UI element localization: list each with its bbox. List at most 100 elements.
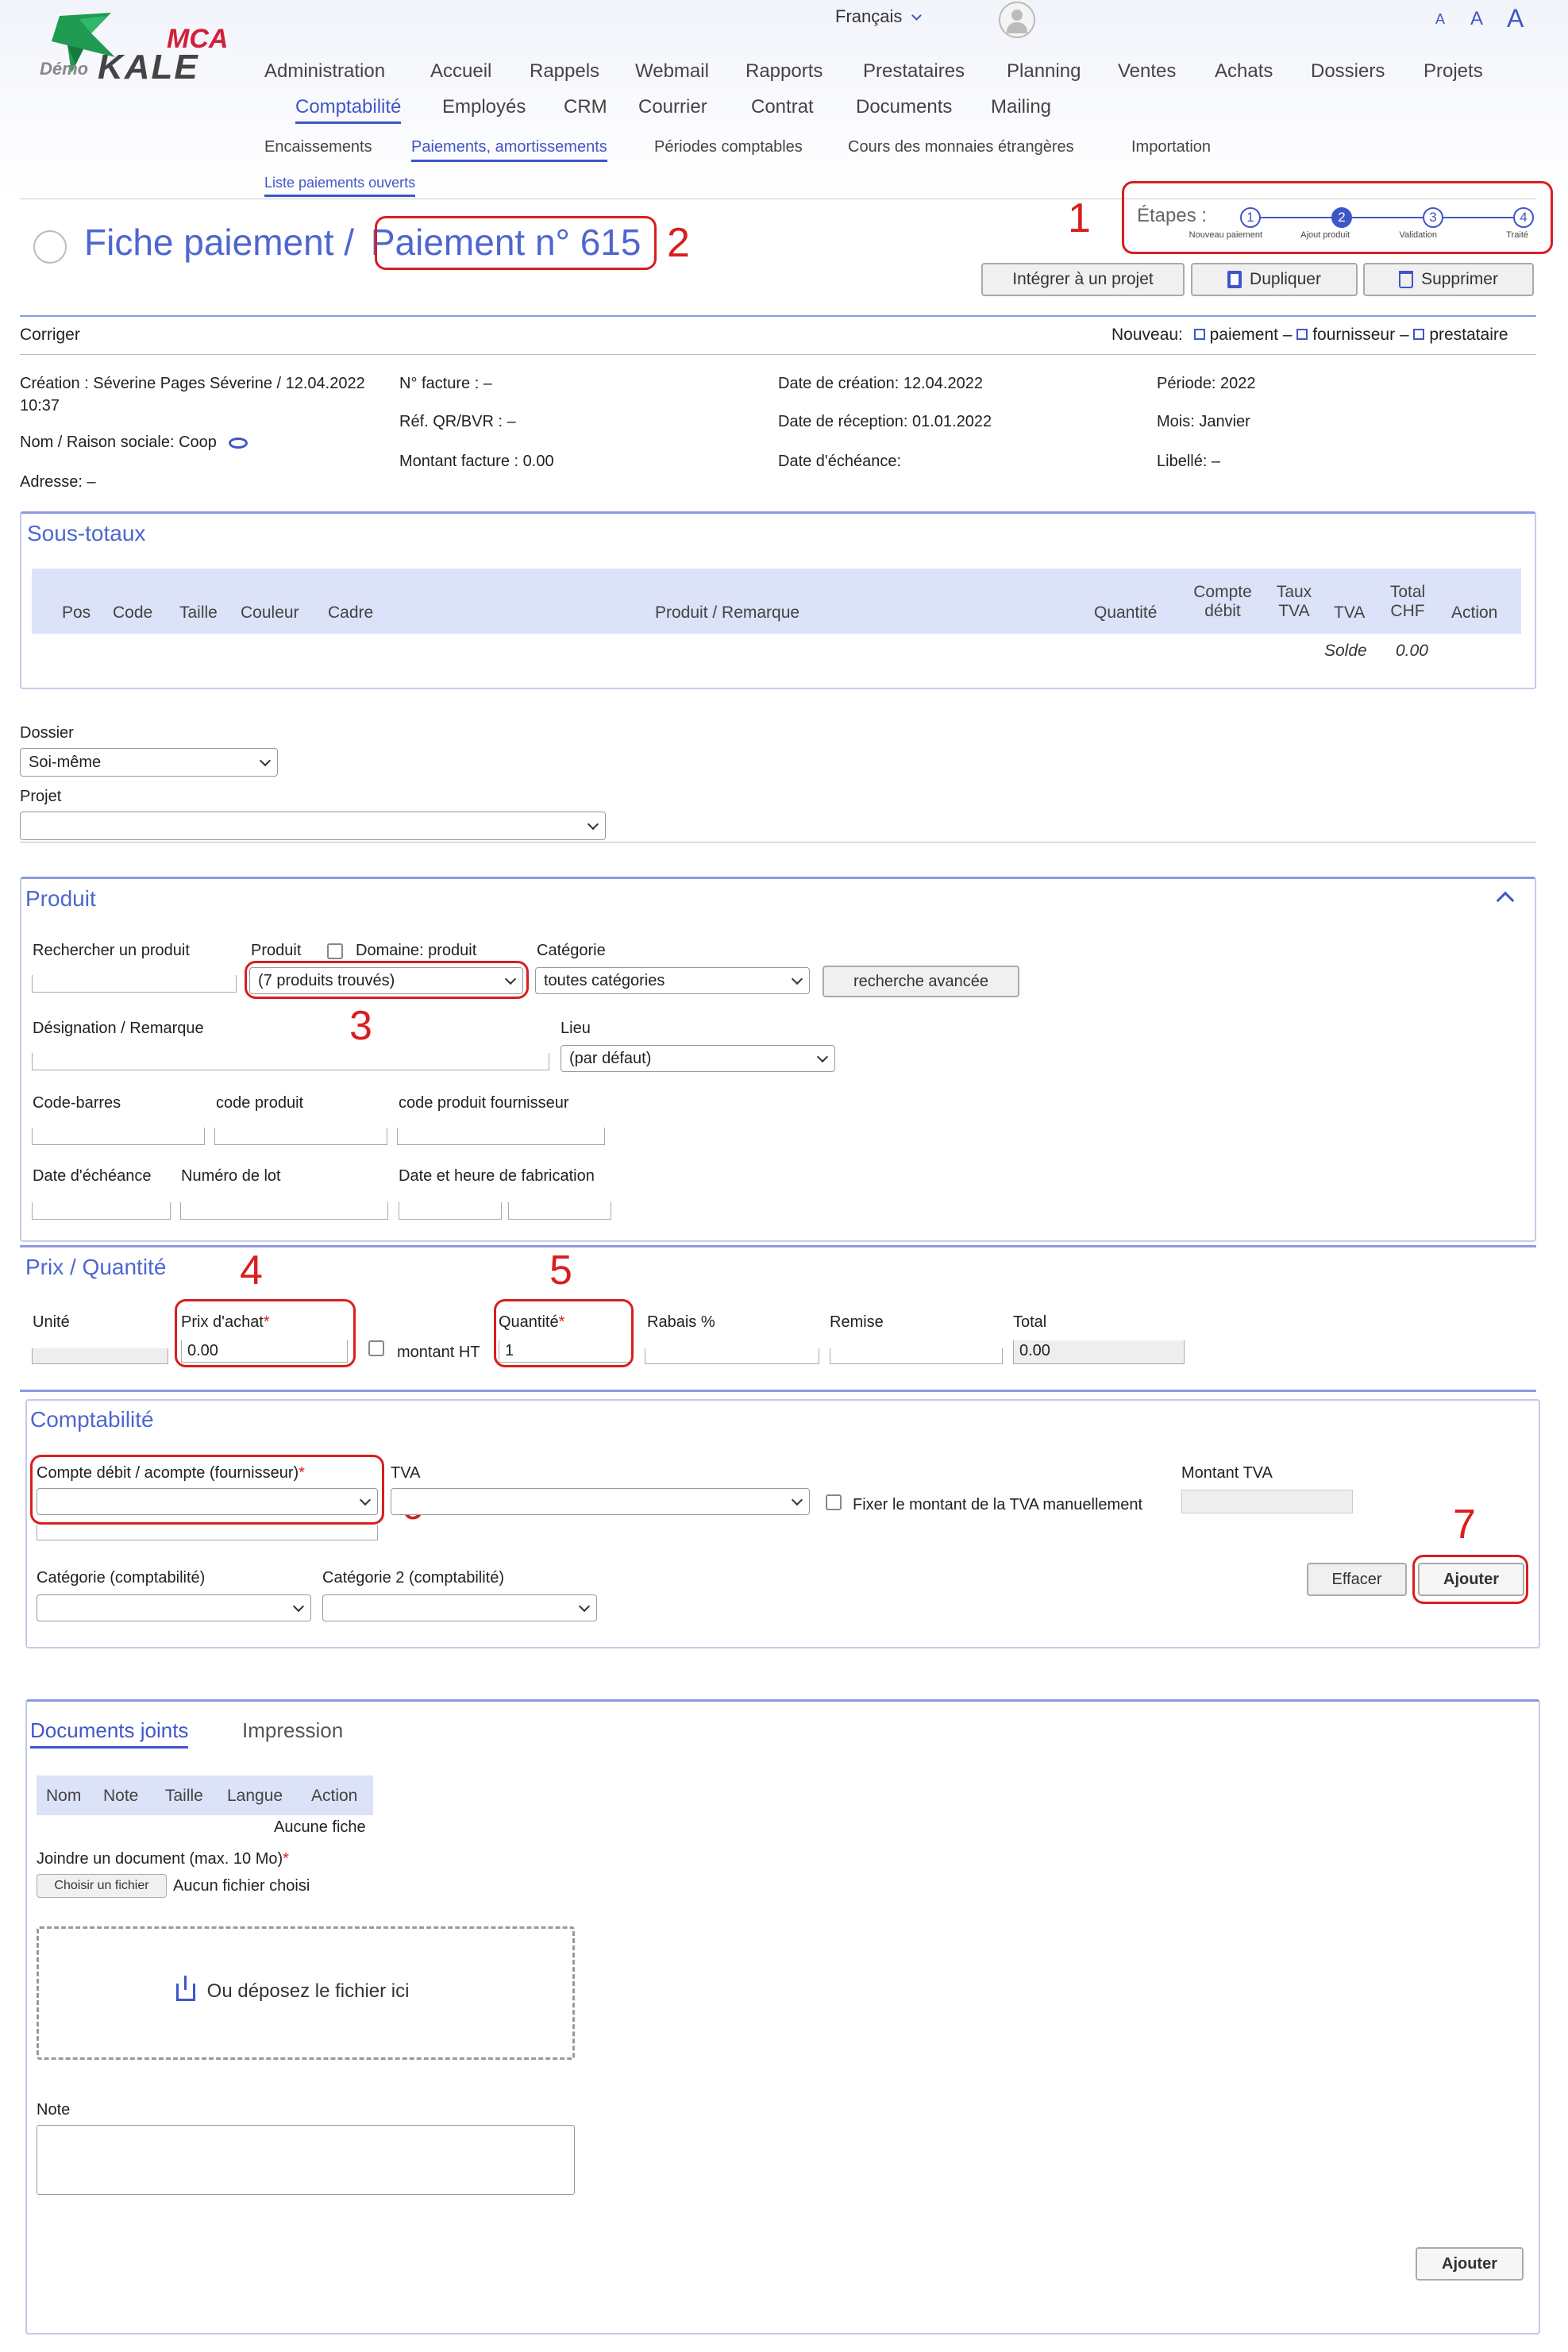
clear-button[interactable]: Effacer: [1307, 1563, 1407, 1596]
new-provider-link[interactable]: prestataire: [1429, 326, 1508, 344]
note-textarea[interactable]: [37, 2125, 575, 2195]
user-avatar-icon[interactable]: [999, 2, 1035, 38]
accounting-category-label: Catégorie (comptabilité): [37, 1569, 206, 1587]
tab-documents[interactable]: Documents joints: [30, 1718, 189, 1749]
discount-input[interactable]: [830, 1348, 1003, 1364]
supplier-code-input[interactable]: [397, 1128, 605, 1145]
nav-courrier[interactable]: Courrier: [638, 96, 707, 118]
chevron-down-icon: [816, 1051, 829, 1063]
ht-amount-checkbox[interactable]: [368, 1340, 384, 1356]
step-4[interactable]: 4: [1513, 207, 1534, 228]
dossier-select[interactable]: Soi-même: [20, 748, 278, 777]
chevron-down-icon: [292, 1600, 305, 1613]
product-code-input[interactable]: [214, 1128, 387, 1145]
nav-employes[interactable]: Employés: [442, 96, 526, 118]
font-size-large[interactable]: A: [1507, 4, 1524, 33]
integrate-project-button[interactable]: Intégrer à un projet: [981, 263, 1185, 296]
doc-col-action: Action: [311, 1787, 358, 1805]
subnav-cours[interactable]: Cours des monnaies étrangères: [848, 138, 1074, 156]
step-1-label: Nouveau paiement: [1189, 230, 1262, 240]
info-creation-time: 10:37: [20, 397, 60, 414]
font-size-medium[interactable]: A: [1470, 8, 1483, 30]
eye-icon[interactable]: [229, 438, 248, 449]
projet-select[interactable]: [20, 812, 606, 840]
nav-prestataires[interactable]: Prestataires: [863, 60, 965, 83]
app-logo[interactable]: MCA Démo KALE: [36, 10, 242, 89]
font-size-small[interactable]: A: [1435, 11, 1445, 28]
annotation-number-2: 2: [667, 220, 690, 266]
subnav-encaissements[interactable]: Encaissements: [264, 138, 372, 156]
product-code-label: code produit: [216, 1094, 304, 1112]
new-payment-link[interactable]: paiement: [1210, 326, 1278, 344]
step-1[interactable]: 1: [1240, 207, 1261, 228]
nav-administration[interactable]: Administration: [264, 60, 385, 83]
balance-value: 0.00: [1396, 642, 1428, 660]
nav-webmail[interactable]: Webmail: [635, 60, 709, 83]
info-date-due: Date d'échéance:: [778, 453, 902, 470]
tab-print[interactable]: Impression: [242, 1718, 343, 1743]
accounting-category2-select[interactable]: [322, 1594, 597, 1621]
manufacture-date-input[interactable]: [399, 1202, 502, 1220]
lot-number-input[interactable]: [180, 1202, 388, 1220]
discount-pct-input[interactable]: [645, 1348, 819, 1364]
step-4-label: Traité: [1506, 230, 1528, 240]
step-3[interactable]: 3: [1423, 207, 1443, 228]
duplicate-button[interactable]: Dupliquer: [1191, 263, 1358, 296]
annotation-number-1: 1: [1068, 195, 1091, 241]
nav-projets[interactable]: Projets: [1424, 60, 1483, 83]
nav-planning[interactable]: Planning: [1007, 60, 1081, 83]
subnav-importation[interactable]: Importation: [1131, 138, 1211, 156]
nav-contrat[interactable]: Contrat: [751, 96, 814, 118]
barcode-label: Code-barres: [33, 1094, 121, 1112]
nav-accueil[interactable]: Accueil: [430, 60, 491, 83]
nav-crm[interactable]: CRM: [564, 96, 607, 118]
location-select[interactable]: (par défaut): [561, 1045, 835, 1072]
debit-account-input[interactable]: [37, 1525, 378, 1540]
domain-checkbox[interactable]: [327, 943, 343, 959]
nav-documents[interactable]: Documents: [856, 96, 952, 118]
nav-comptabilite[interactable]: Comptabilité: [295, 96, 402, 124]
language-select[interactable]: Français: [835, 6, 923, 27]
nav-rapports[interactable]: Rapports: [745, 60, 823, 83]
annotation-box-4: [175, 1299, 356, 1367]
vat-manual-checkbox[interactable]: [826, 1494, 842, 1510]
upload-icon: [176, 1975, 195, 2001]
annotation-box-2: [375, 216, 657, 270]
search-product-input[interactable]: [32, 975, 237, 993]
nav-dossiers[interactable]: Dossiers: [1311, 60, 1385, 83]
annotation-box-7: [1412, 1555, 1528, 1604]
manufacture-time-input[interactable]: [508, 1202, 611, 1220]
discount-pct-label: Rabais %: [647, 1313, 715, 1331]
unit-input[interactable]: [32, 1348, 168, 1364]
lot-number-label: Numéro de lot: [181, 1167, 281, 1185]
info-date-created: Date de création: 12.04.2022: [778, 375, 983, 392]
subnav-paiements[interactable]: Paiements, amortissements: [411, 138, 607, 162]
delete-button[interactable]: Supprimer: [1363, 263, 1534, 296]
nav-rappels[interactable]: Rappels: [530, 60, 599, 83]
vat-label: TVA: [391, 1464, 421, 1482]
attach-label: Joindre un document (max. 10 Mo)*: [37, 1850, 289, 1868]
correct-link[interactable]: Corriger: [20, 326, 80, 345]
chevron-down-icon: [791, 1494, 803, 1506]
step-2[interactable]: 2: [1331, 207, 1352, 228]
advanced-search-button[interactable]: recherche avancée: [823, 966, 1019, 997]
nav-achats[interactable]: Achats: [1215, 60, 1273, 83]
nav-ventes[interactable]: Ventes: [1118, 60, 1176, 83]
due-date-input[interactable]: [32, 1202, 171, 1220]
subnav-periodes[interactable]: Périodes comptables: [654, 138, 803, 156]
new-supplier-link[interactable]: fournisseur: [1312, 326, 1395, 344]
add-document-button[interactable]: Ajouter: [1416, 2247, 1524, 2281]
choose-file-button[interactable]: Choisir un fichier: [37, 1874, 167, 1898]
designation-input[interactable]: [32, 1053, 549, 1070]
nav-mailing[interactable]: Mailing: [991, 96, 1051, 118]
info-period: Période: 2022: [1157, 375, 1256, 392]
subnav-liste-paiements[interactable]: Liste paiements ouverts: [264, 175, 416, 197]
vat-select[interactable]: [391, 1488, 810, 1515]
category-select[interactable]: toutes catégories: [535, 967, 810, 994]
chevron-down-icon: [587, 818, 599, 831]
annotation-number-3: 3: [349, 1003, 372, 1049]
accounting-category-select[interactable]: [37, 1594, 311, 1621]
barcode-input[interactable]: [32, 1128, 205, 1145]
accounting-category2-label: Catégorie 2 (comptabilité): [322, 1569, 504, 1587]
ht-amount-label: montant HT: [397, 1344, 480, 1361]
